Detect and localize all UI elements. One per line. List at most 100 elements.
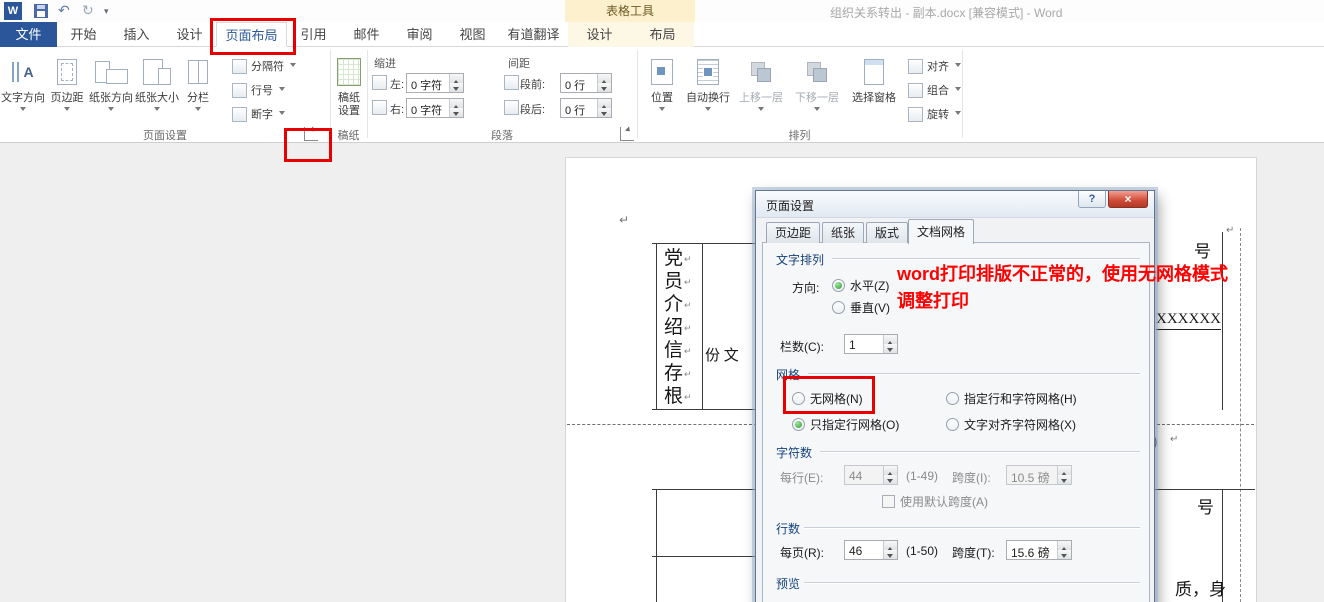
word-logo-icon[interactable]: W xyxy=(4,2,22,20)
default-pitch-checkbox[interactable]: 使用默认跨度(A) xyxy=(882,493,988,510)
spacing-after-spinner[interactable]: 0 行 xyxy=(560,98,612,118)
spinner-arrows[interactable] xyxy=(883,335,897,353)
table-border-line xyxy=(1222,232,1223,410)
wrap-text-icon xyxy=(684,52,732,92)
line-pitch-spinner[interactable]: 15.6 磅 xyxy=(1006,540,1072,560)
dialog-tab-doc-grid[interactable]: 文档网格 xyxy=(908,219,974,244)
spinner-up-icon[interactable] xyxy=(598,99,611,108)
spinner-down-icon[interactable] xyxy=(450,83,463,92)
table-tools-context-header: 表格工具 xyxy=(565,0,695,22)
text-direction-button[interactable]: 文字方向 xyxy=(0,52,46,114)
indent-right-icon xyxy=(372,100,387,115)
indent-right-spinner[interactable]: 0 字符 xyxy=(406,98,464,118)
redo-icon[interactable]: ↻ xyxy=(82,2,94,19)
spinner-up-icon[interactable] xyxy=(884,541,897,550)
tab-youdao[interactable]: 有道翻译 xyxy=(499,22,568,47)
line-numbers-button[interactable]: 行号 xyxy=(232,81,285,99)
radio-lines-and-chars[interactable]: 指定行和字符网格(H) xyxy=(946,390,1077,407)
tab-mailings[interactable]: 邮件 xyxy=(340,22,393,47)
group-caption-paragraph: 段落 xyxy=(367,127,637,143)
align-button[interactable]: 对齐 xyxy=(908,57,961,75)
tab-design[interactable]: 设计 xyxy=(163,22,216,47)
spinner-up-icon[interactable] xyxy=(884,335,897,344)
tab-view[interactable]: 视图 xyxy=(446,22,499,47)
spinner-arrows[interactable] xyxy=(449,74,463,92)
manuscript-settings-button[interactable]: 稿纸 设置 xyxy=(331,52,367,118)
spinner-down-icon[interactable] xyxy=(1058,550,1071,559)
paragraph-dialog-launcher[interactable] xyxy=(620,127,634,141)
tab-file[interactable]: 文件 xyxy=(0,22,57,47)
spinner-down-icon[interactable] xyxy=(884,550,897,559)
spinner-arrows[interactable] xyxy=(1057,541,1071,559)
spinner-down-icon[interactable] xyxy=(598,108,611,117)
section-divider xyxy=(804,582,1140,584)
undo-icon[interactable]: ↶ xyxy=(58,2,70,19)
tab-table-layout[interactable]: 布局 xyxy=(631,22,694,47)
radio-char-align[interactable]: 文字对齐字符网格(X) xyxy=(946,416,1076,433)
save-icon[interactable] xyxy=(34,4,48,18)
dropdown-arrow-icon xyxy=(290,63,296,70)
linebreak-mark: ↵ xyxy=(684,392,692,402)
spinner-arrows[interactable] xyxy=(597,74,611,92)
position-button[interactable]: 位置 xyxy=(642,52,682,114)
spinner-down-icon xyxy=(1058,475,1071,484)
spinner-arrows[interactable] xyxy=(449,99,463,117)
orientation-icon xyxy=(88,52,134,92)
dialog-close-button[interactable]: × xyxy=(1108,191,1148,208)
spinner-up-icon[interactable] xyxy=(598,74,611,83)
spinner-up-icon[interactable] xyxy=(450,99,463,108)
spinner-arrows[interactable] xyxy=(597,99,611,117)
checkbox-box[interactable] xyxy=(882,495,895,508)
radio-circle[interactable] xyxy=(946,392,959,405)
spinner-down-icon[interactable] xyxy=(884,344,897,353)
radio-lines-only[interactable]: 只指定行网格(O) xyxy=(792,416,899,433)
group-objects-button[interactable]: 组合 xyxy=(908,81,961,99)
breaks-icon xyxy=(232,59,247,74)
indent-left-spinner[interactable]: 0 字符 xyxy=(406,73,464,93)
radio-circle[interactable] xyxy=(832,279,845,292)
dialog-tab-paper[interactable]: 纸张 xyxy=(822,222,864,243)
group-caption-page-setup: 页面设置 xyxy=(0,127,330,143)
columns-icon xyxy=(180,52,216,92)
spinner-down-icon xyxy=(884,475,897,484)
linebreak-mark: ↵ xyxy=(684,277,692,287)
section-text-flow: 文字排列 xyxy=(776,251,824,268)
dialog-tab-layout[interactable]: 版式 xyxy=(866,222,908,243)
margins-button[interactable]: 页边距 xyxy=(46,52,88,114)
radio-vertical[interactable]: 垂直(V) xyxy=(832,299,890,316)
highlight-box-page-layout-tab xyxy=(210,18,296,55)
radio-horizontal[interactable]: 水平(Z) xyxy=(832,277,889,294)
qat-customize-icon[interactable]: ▾ xyxy=(104,6,109,17)
radio-circle[interactable] xyxy=(792,418,805,431)
linebreak-mark: ↵ xyxy=(1226,225,1234,236)
table-border-line xyxy=(652,243,757,244)
bring-forward-button[interactable]: 上移一层 xyxy=(734,52,788,114)
dropdown-arrow-icon xyxy=(814,107,820,114)
orientation-button[interactable]: 纸张方向 xyxy=(88,52,134,114)
tab-home[interactable]: 开始 xyxy=(57,22,110,47)
breaks-button[interactable]: 分隔符 xyxy=(232,57,296,75)
hyphenation-button[interactable]: 断字 xyxy=(232,105,285,123)
dialog-help-button[interactable]: ? xyxy=(1078,191,1106,208)
send-backward-button[interactable]: 下移一层 xyxy=(790,52,844,114)
bring-forward-icon xyxy=(734,52,788,92)
tab-insert[interactable]: 插入 xyxy=(110,22,163,47)
radio-circle[interactable] xyxy=(946,418,959,431)
per-page-spinner[interactable]: 46 xyxy=(844,540,898,560)
spinner-up-icon[interactable] xyxy=(450,74,463,83)
columns-count-spinner[interactable]: 1 xyxy=(844,334,898,354)
columns-button[interactable]: 分栏 xyxy=(180,52,216,114)
spinner-arrows[interactable] xyxy=(883,541,897,559)
tab-review[interactable]: 审阅 xyxy=(393,22,446,47)
spinner-down-icon[interactable] xyxy=(598,83,611,92)
spacing-before-spinner[interactable]: 0 行 xyxy=(560,73,612,93)
spinner-down-icon[interactable] xyxy=(450,108,463,117)
tab-table-design[interactable]: 设计 xyxy=(568,22,631,47)
selection-pane-button[interactable]: 选择窗格 xyxy=(846,52,902,105)
spinner-up-icon[interactable] xyxy=(1058,541,1071,550)
radio-circle[interactable] xyxy=(832,301,845,314)
wrap-text-button[interactable]: 自动换行 xyxy=(684,52,732,114)
rotate-button[interactable]: 旋转 xyxy=(908,105,961,123)
page-size-button[interactable]: 纸张大小 xyxy=(134,52,180,114)
dialog-tab-margins[interactable]: 页边距 xyxy=(766,222,820,243)
